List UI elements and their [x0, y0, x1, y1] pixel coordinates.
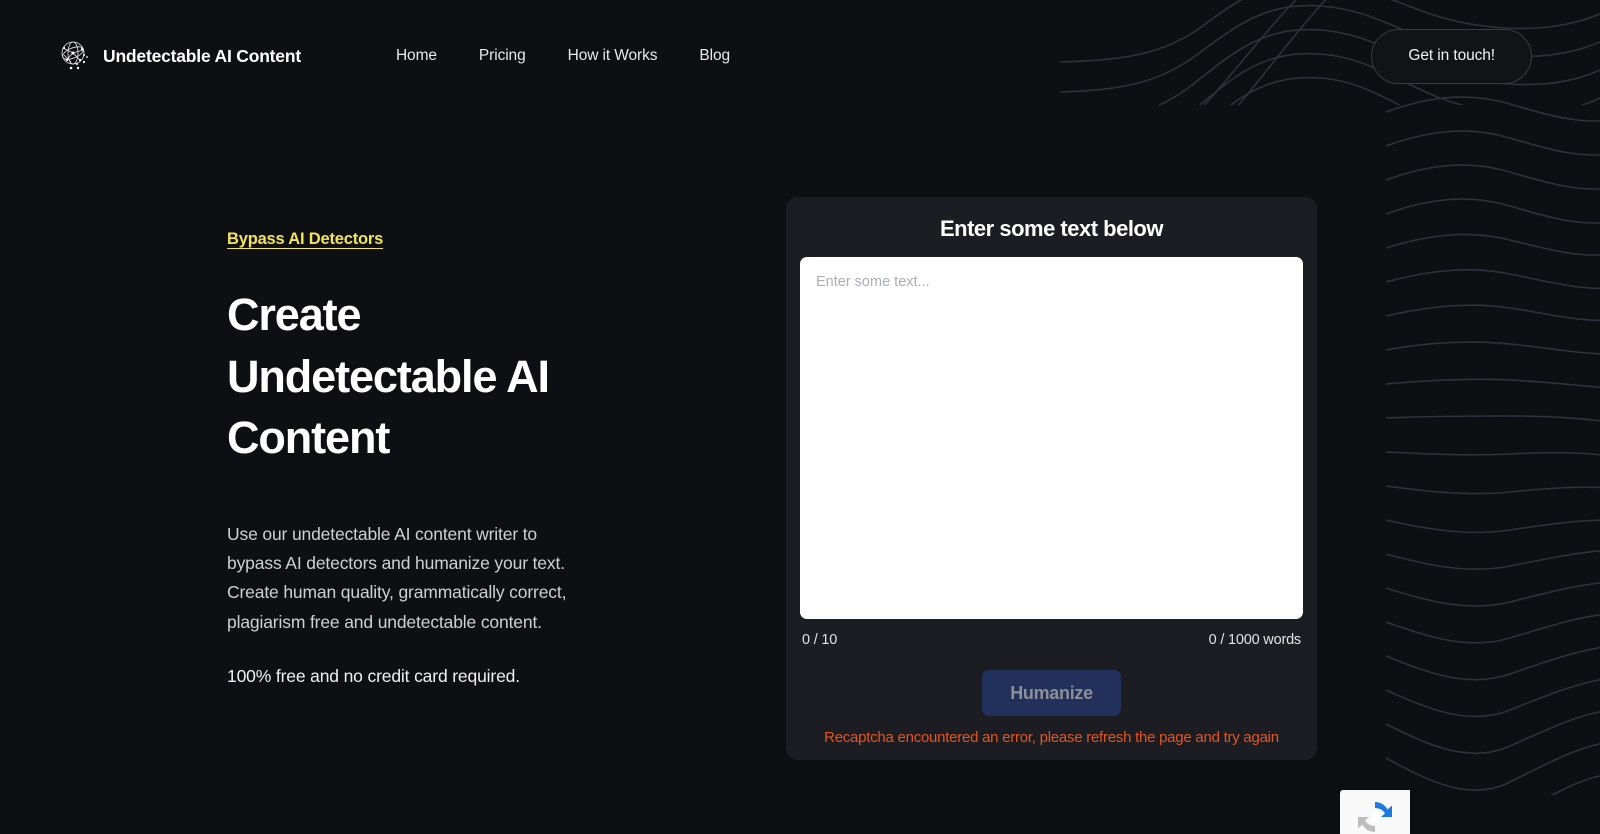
error-message: Recaptcha encountered an error, please r… [800, 729, 1303, 746]
brand-logo-link[interactable]: Undetectable AI Content [58, 39, 301, 73]
attempts-counter: 0 / 10 [802, 632, 837, 648]
network-sphere-icon [58, 39, 92, 73]
counters-row: 0 / 10 0 / 1000 words [800, 632, 1303, 648]
recaptcha-icon [1354, 796, 1396, 834]
site-header: Undetectable AI Content Home Pricing How… [0, 0, 1600, 112]
nav-link-home[interactable]: Home [375, 39, 458, 73]
hero-description: Use our undetectable AI content writer t… [227, 520, 567, 637]
page-title: Create Undetectable AI Content [227, 284, 627, 469]
get-in-touch-button[interactable]: Get in touch! [1371, 29, 1532, 84]
words-counter: 0 / 1000 words [1209, 632, 1301, 648]
recaptcha-badge[interactable] [1340, 790, 1410, 834]
humanizer-title: Enter some text below [800, 216, 1303, 242]
humanize-button-row: Humanize [800, 670, 1303, 716]
nav-link-how-it-works[interactable]: How it Works [547, 39, 679, 73]
main-content: Bypass AI Detectors Create Undetectable … [0, 112, 1600, 834]
nav-link-pricing[interactable]: Pricing [458, 39, 547, 73]
humanizer-card: Enter some text below 0 / 10 0 / 1000 wo… [786, 197, 1317, 760]
hero-free-note: 100% free and no credit card required. [227, 663, 667, 689]
humanize-button[interactable]: Humanize [982, 670, 1121, 716]
nav-link-blog[interactable]: Blog [678, 39, 751, 73]
hero-section: Bypass AI Detectors Create Undetectable … [227, 230, 667, 689]
text-input[interactable] [800, 257, 1303, 619]
bypass-ai-detectors-link[interactable]: Bypass AI Detectors [227, 230, 383, 249]
brand-name: Undetectable AI Content [103, 46, 301, 67]
main-navigation: Home Pricing How it Works Blog [375, 39, 751, 73]
header-cta-wrapper: Get in touch! [1371, 29, 1532, 84]
